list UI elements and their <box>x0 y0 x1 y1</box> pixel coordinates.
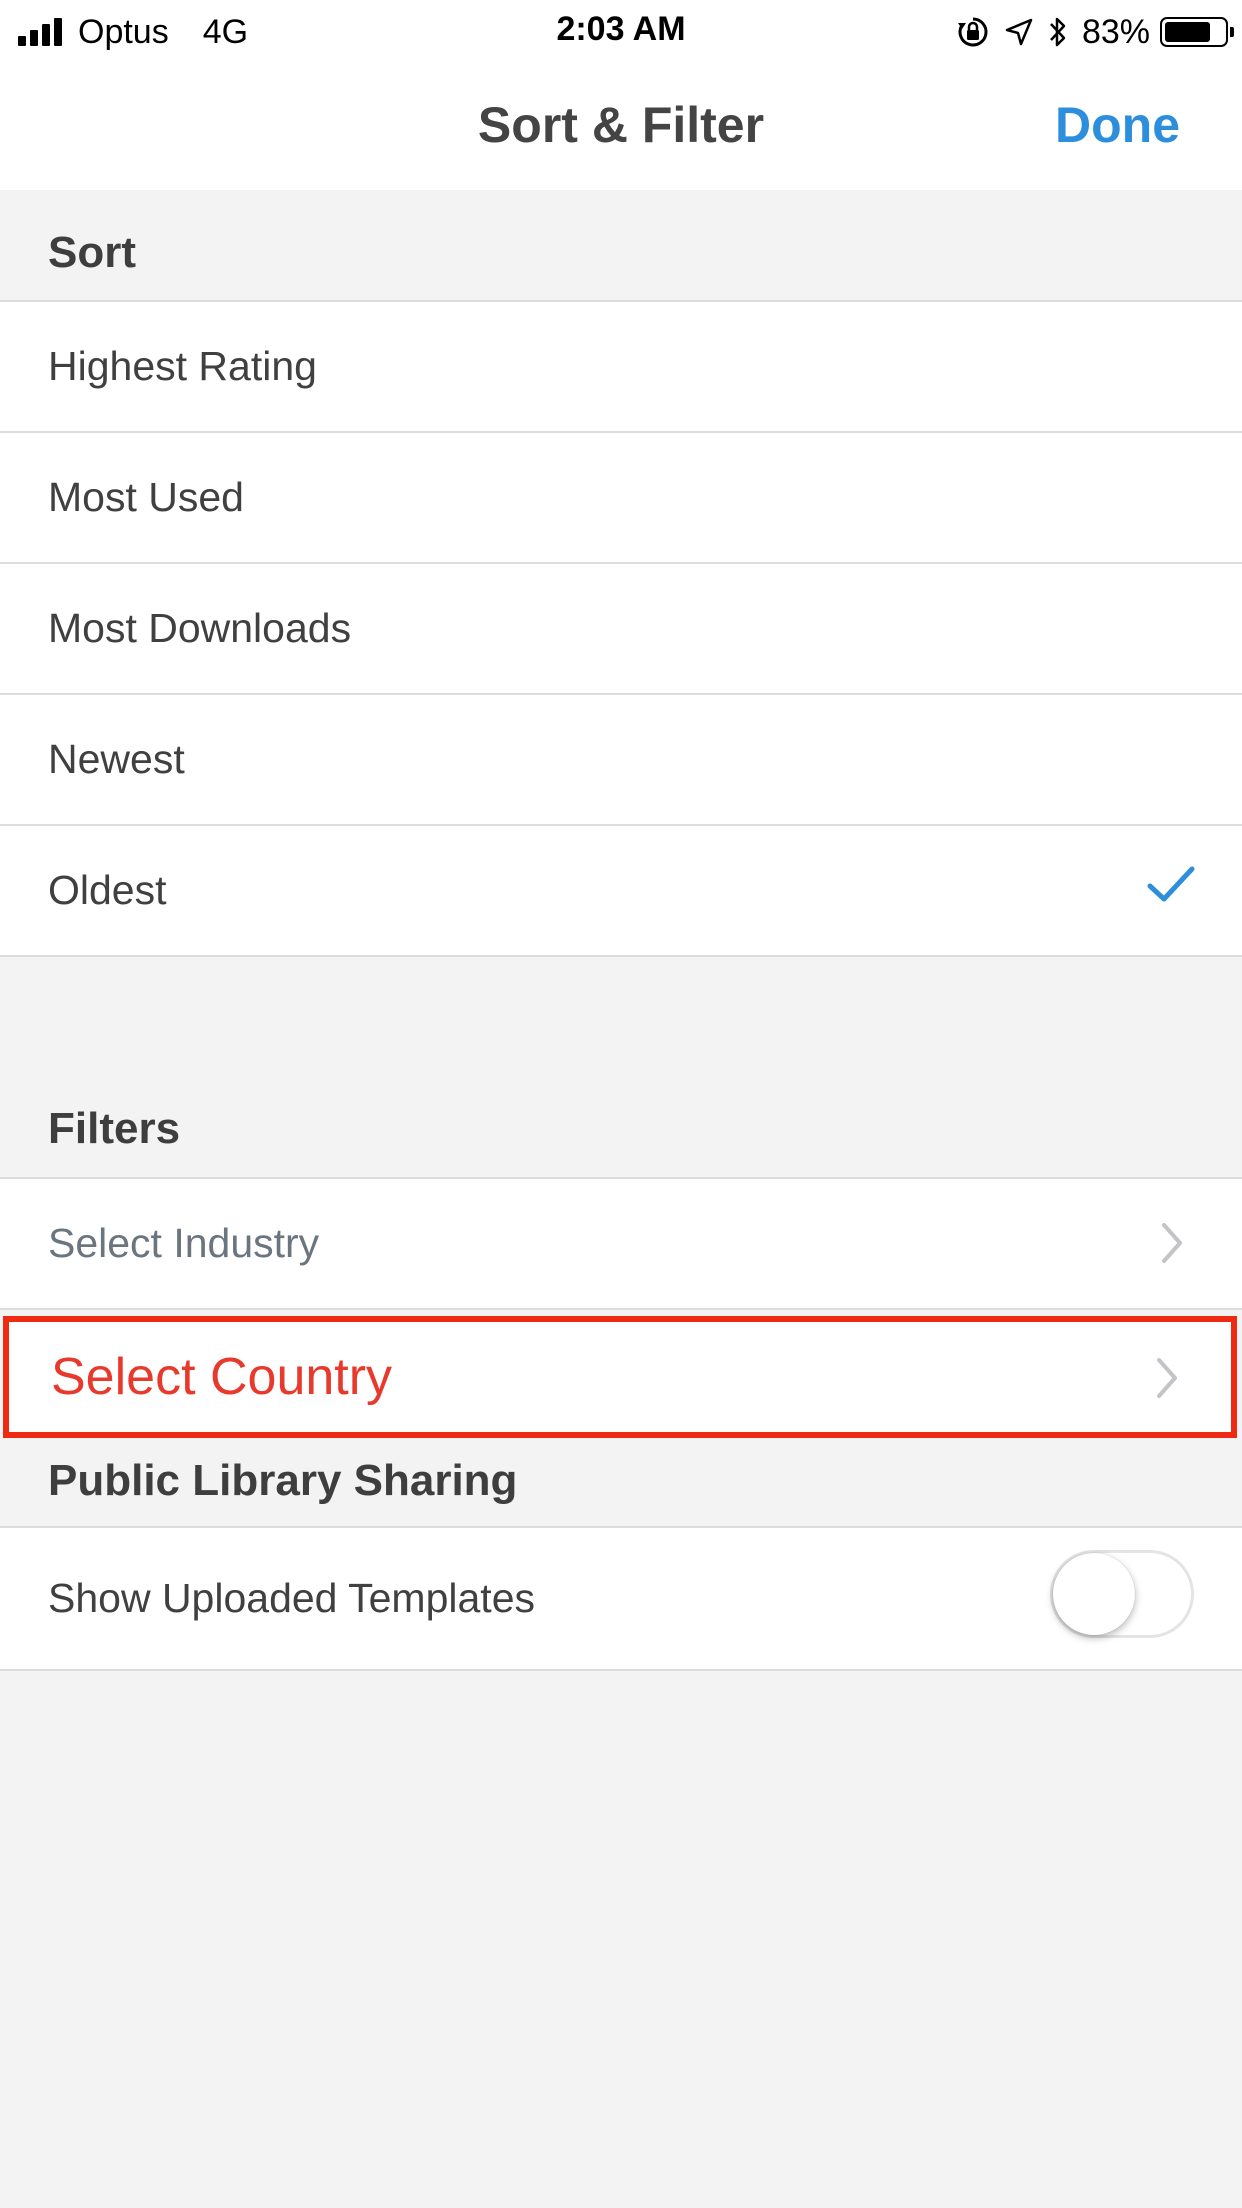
location-icon <box>1004 17 1034 47</box>
select-country-row[interactable]: Select Country <box>3 1316 1237 1438</box>
show-uploaded-templates-row: Show Uploaded Templates <box>0 1526 1242 1671</box>
bluetooth-icon <box>1048 15 1068 49</box>
status-bar: Optus 4G 2:03 AM 83% <box>0 0 1242 62</box>
sharing-header-label: Public Library Sharing <box>48 1456 518 1505</box>
sort-option-label: Highest Rating <box>48 343 317 389</box>
battery-level <box>1165 22 1210 42</box>
toggle-knob <box>1053 1553 1135 1635</box>
sort-option-highest-rating[interactable]: Highest Rating <box>0 300 1242 433</box>
sort-option-label: Most Downloads <box>48 605 352 651</box>
filters-section-header: Filters <box>0 957 1242 1177</box>
sort-option-most-used[interactable]: Most Used <box>0 433 1242 564</box>
battery-percent: 83% <box>1081 12 1150 51</box>
chevron-right-icon <box>1155 1356 1179 1405</box>
checkmark-icon <box>1146 864 1196 909</box>
sort-option-oldest[interactable]: Oldest <box>0 826 1242 957</box>
select-industry-row[interactable]: Select Industry <box>0 1177 1242 1310</box>
sort-option-label: Most Used <box>48 474 244 520</box>
done-button[interactable]: Done <box>1055 96 1180 154</box>
nav-bar: Sort & Filter Done <box>0 62 1242 190</box>
sort-section-header: Sort <box>0 190 1242 302</box>
filters-header-label: Filters <box>48 1104 181 1153</box>
sort-option-label: Newest <box>48 736 185 782</box>
orientation-lock-icon <box>956 15 990 49</box>
select-country-label: Select Country <box>51 1348 393 1406</box>
status-right: 83% <box>956 10 1234 54</box>
sort-option-newest[interactable]: Newest <box>0 695 1242 826</box>
show-uploaded-templates-label: Show Uploaded Templates <box>48 1575 535 1621</box>
sharing-section-header: Public Library Sharing <box>0 1438 1242 1526</box>
battery-icon <box>1160 17 1234 47</box>
sort-header-label: Sort <box>48 228 136 277</box>
chevron-right-icon <box>1160 1221 1184 1270</box>
sort-option-label: Oldest <box>48 867 167 913</box>
select-industry-label: Select Industry <box>48 1220 320 1266</box>
sort-option-most-downloads[interactable]: Most Downloads <box>0 564 1242 695</box>
show-uploaded-templates-toggle[interactable] <box>1050 1550 1194 1638</box>
